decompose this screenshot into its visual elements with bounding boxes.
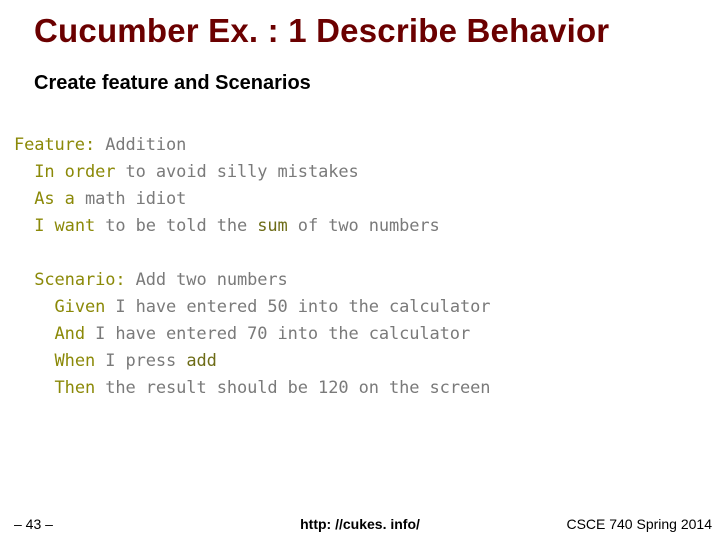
text-as-a: math idiot (75, 189, 186, 209)
kw-when: When (55, 351, 96, 371)
text-when-mid: I press (95, 351, 186, 371)
kw-feature: Feature: (14, 135, 95, 155)
slide-title: Cucumber Ex. : 1 Describe Behavior (34, 12, 700, 50)
kw-as-a: As a (34, 189, 75, 209)
text-in-order: to avoid silly mistakes (115, 162, 358, 182)
kw-then: Then (55, 378, 96, 398)
kw-i-want: I want (34, 216, 95, 236)
gherkin-code-block: Feature: Addition In order to avoid sill… (14, 132, 490, 402)
slide: Cucumber Ex. : 1 Describe Behavior Creat… (0, 0, 720, 540)
text-given: I have entered 50 into the calculator (105, 297, 490, 317)
text-sum: sum (257, 216, 287, 236)
kw-given: Given (55, 297, 106, 317)
kw-scenario: Scenario: (34, 270, 125, 290)
footer: – 43 – http: //cukes. info/ CSCE 740 Spr… (0, 512, 720, 532)
text-add: add (186, 351, 216, 371)
text-then: the result should be 120 on the screen (95, 378, 490, 398)
slide-subtitle: Create feature and Scenarios (34, 72, 311, 95)
text-and: I have entered 70 into the calculator (85, 324, 470, 344)
text-scenario-name: Add two numbers (126, 270, 288, 290)
text-i-want-mid: to be told the (95, 216, 257, 236)
text-feature-name: Addition (95, 135, 186, 155)
text-i-want-rest: of two numbers (288, 216, 440, 236)
kw-in-order: In order (34, 162, 115, 182)
kw-and: And (55, 324, 85, 344)
course-label: CSCE 740 Spring 2014 (566, 516, 712, 532)
